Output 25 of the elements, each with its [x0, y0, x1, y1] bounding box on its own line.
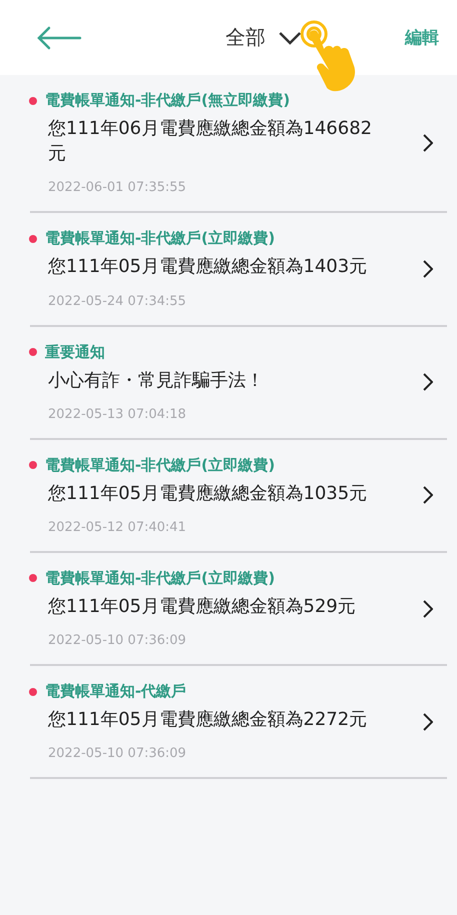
notification-body: 您111年05月電費應繳總金額為529元 — [47, 594, 357, 619]
notification-time: 2022-05-12 07:40:41 — [47, 520, 188, 535]
notification-time: 2022-06-01 07:35:55 — [47, 180, 188, 196]
notification-body: 您111年05月電費應繳總金額為1035元 — [47, 482, 368, 506]
notification-title: 電費帳單通知-非代繳戶(無立即繳費) — [45, 91, 290, 110]
notification-time: 2022-05-10 07:36:09 — [47, 633, 188, 648]
notification-title: 電費帳單通知-非代繳戶(立即繳費) — [45, 568, 275, 588]
notification-item[interactable]: 電費帳單通知-非代繳戶(無立即繳費) 您111年06月電費應繳總金額為146682元 2022-06-01 07:35:55 — [30, 75, 447, 214]
notification-title: 電費帳單通知-代繳戶 — [45, 682, 186, 702]
notification-body: 您111年06月電費應繳總金額為146682元 — [47, 117, 373, 166]
notification-time: 2022-05-24 07:34:55 — [47, 294, 188, 309]
notification-item[interactable]: 電費帳單通知-代繳戶 您111年05月電費應繳總金額為2272元 2022-05-10 07:36:09 — [30, 666, 447, 780]
filter-dropdown[interactable]: 全部 — [222, 20, 306, 55]
notification-body: 小心有詐・常見詐騙手法！ — [47, 368, 265, 393]
notification-title: 電費帳單通知-非代繳戶(立即繳費) — [45, 229, 275, 248]
notification-item[interactable]: 重要通知 小心有詐・常見詐騙手法！ 2022-05-13 07:04:18 — [30, 326, 447, 440]
notification-time: 2022-05-13 07:04:18 — [47, 406, 188, 422]
notification-item[interactable]: 電費帳單通知-非代繳戶(立即繳費) 您111年05月電費應繳總金額為1403元 2022-05-24 07:34:55 — [30, 213, 447, 327]
notification-item[interactable]: 電費帳單通知-非代繳戶(立即繳費) 您111年05月電費應繳總金額為1035元 2022-05-12 07:40:41 — [30, 440, 447, 553]
notification-body: 您111年05月電費應繳總金額為1403元 — [47, 255, 368, 280]
notification-body: 您111年05月電費應繳總金額為2272元 — [47, 708, 368, 732]
notification-title: 電費帳單通知-非代繳戶(立即繳費) — [45, 456, 275, 475]
notification-item[interactable]: 電費帳單通知-非代繳戶(立即繳費) 您111年05月電費應繳總金額為529元 2022-05-10 07:36:09 — [30, 552, 447, 666]
notification-title: 重要通知 — [45, 342, 105, 362]
notification-time: 2022-05-10 07:36:09 — [47, 746, 188, 762]
